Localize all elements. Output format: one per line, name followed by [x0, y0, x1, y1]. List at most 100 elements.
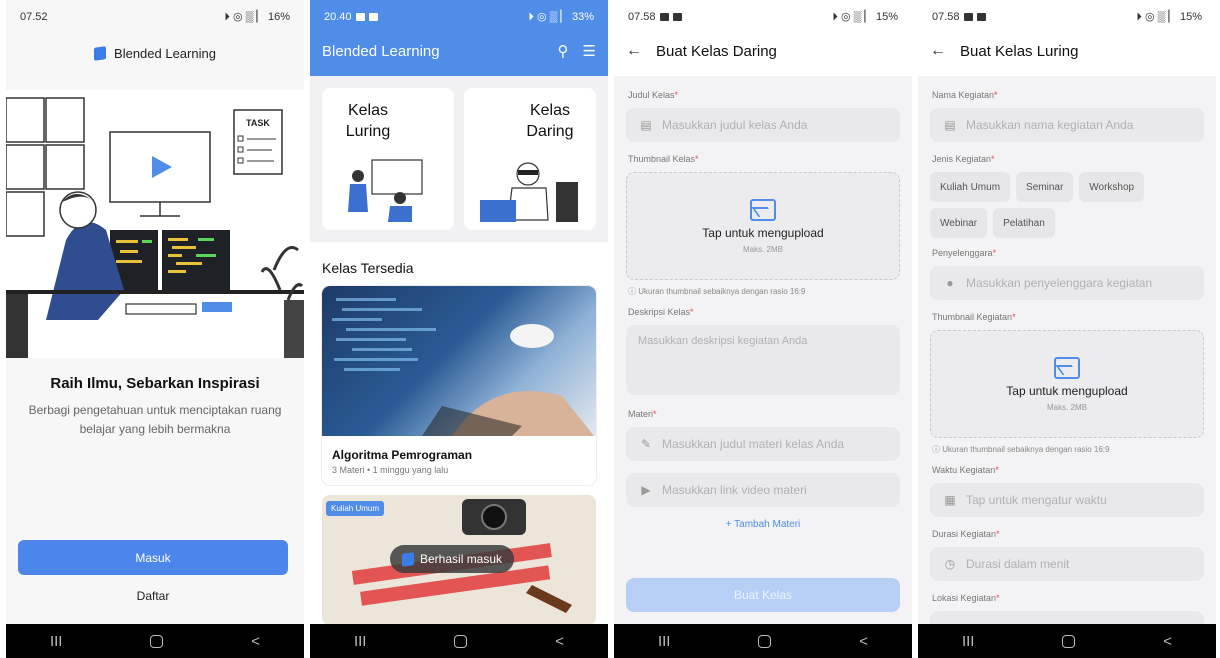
material-link-input[interactable]: ▶ Masukkan link video materi [626, 473, 900, 507]
card-title: Kelas Daring [526, 102, 574, 140]
field-label: Lokasi Kegiatan* [932, 593, 1000, 603]
text-field-icon: ▤ [944, 118, 956, 132]
status-bar: 20.40 ⏵ ◎ ▒ ▏ 33% [310, 0, 608, 34]
register-button[interactable]: Daftar [18, 584, 288, 608]
login-button[interactable]: Masuk [18, 540, 288, 575]
status-bar: 07.52 ⏵ ◎ ▒ ▏ 16% [6, 0, 304, 34]
status-indicators: ⏵ ◎ ▒ ▏ 15% [832, 11, 898, 23]
developer-illustration: TASK [6, 97, 304, 358]
course-card[interactable]: Algoritma Pemrograman 3 Materi • 1 mingg… [322, 286, 596, 485]
class-title-input[interactable]: ▤ Masukkan judul kelas Anda [626, 108, 900, 142]
status-bar: 07.58 ⏵ ◎ ▒ ▏ 15% [614, 0, 912, 34]
book-icon [94, 45, 107, 61]
menu-icon[interactable]: ☰ [583, 42, 596, 60]
home-button[interactable] [1062, 634, 1076, 648]
course-name: Algoritma Pemrograman [332, 448, 473, 462]
upload-limit: Maks. 2MB [742, 244, 783, 254]
recent-apps-button[interactable]: III [50, 633, 63, 650]
status-time: 07.52 [20, 11, 48, 23]
arrow-left-icon[interactable]: ← [626, 42, 642, 60]
status-time: 20.40 [324, 11, 352, 23]
recent-apps-button[interactable]: III [962, 633, 975, 650]
thumbnail-upload[interactable]: Tap untuk mengupload Maks. 2MB [626, 172, 900, 280]
recent-apps-button[interactable]: III [658, 633, 671, 650]
calendar-icon: ▦ [944, 493, 956, 507]
status-time: 07.58 [932, 11, 960, 23]
home-screen: 20.40 ⏵ ◎ ▒ ▏ 33% Blended Learning ⚲ ☰ K… [310, 0, 608, 658]
field-label: Deskripsi Kelas* [628, 307, 694, 317]
class-type-cards: Kelas Luring Kelas Daring [310, 76, 608, 242]
upload-text: Tap untuk mengupload [702, 225, 824, 240]
welcome-screen: 07.52 ⏵ ◎ ▒ ▏ 16% Blended Learning TASK [6, 0, 304, 658]
form: Nama Kegiatan* ▤ Masukkan nama kegiatan … [918, 76, 1216, 624]
course-thumbnail [322, 286, 596, 436]
description-textarea[interactable]: Masukkan deskripsi kegiatan Anda [626, 325, 900, 395]
back-button[interactable]: < [555, 633, 564, 650]
image-icon [750, 198, 776, 221]
system-navbar: III < [614, 624, 912, 658]
page-header: ← Buat Kelas Daring [614, 34, 912, 68]
arrow-left-icon[interactable]: ← [930, 42, 946, 60]
page-title: Buat Kelas Luring [960, 42, 1079, 60]
duration-input[interactable]: ◷ Durasi dalam menit [930, 547, 1204, 581]
form: Judul Kelas* ▤ Masukkan judul kelas Anda… [614, 76, 912, 624]
material-title-input[interactable]: ✎ Masukkan judul materi kelas Anda [626, 427, 900, 461]
course-meta: 3 Materi • 1 minggu yang lalu [332, 465, 449, 475]
upload-limit: Maks. 2MB [1046, 402, 1087, 412]
user-icon: ● [946, 276, 954, 290]
section-title: Kelas Tersedia [322, 260, 414, 276]
home-button[interactable] [150, 634, 164, 648]
field-label: Judul Kelas* [628, 90, 679, 100]
chip-webinar[interactable]: Webinar [930, 208, 988, 238]
chip-workshop[interactable]: Workshop [1079, 172, 1145, 202]
system-navbar: III < [310, 624, 608, 658]
code-typing-image [332, 298, 594, 436]
text-field-icon: ▤ [640, 118, 652, 132]
status-indicators: ⏵ ◎ ▒ ▏ 15% [1136, 11, 1202, 23]
organizer-input[interactable]: ● Masukkan penyelenggara kegiatan [930, 266, 1204, 300]
system-navbar: III < [918, 624, 1216, 658]
create-class-button[interactable]: Buat Kelas [626, 578, 900, 612]
status-time: 07.58 [628, 11, 656, 23]
chip-seminar[interactable]: Seminar [1016, 172, 1074, 202]
pencil-icon: ✎ [640, 437, 652, 451]
card-title: Kelas Luring [345, 102, 391, 140]
meeting-illustration [348, 159, 423, 222]
card-kelas-daring[interactable]: Kelas Daring [464, 88, 596, 230]
toast-message: Berhasil masuk [390, 545, 515, 573]
clock-icon: ◷ [944, 557, 956, 571]
field-label: Waktu Kegiatan* [932, 465, 999, 475]
status-indicators: ⏵ ◎ ▒ ▏ 16% [224, 11, 290, 23]
hero-illustration: TASK [6, 90, 304, 358]
image-icon [1054, 356, 1080, 379]
activity-time-input[interactable]: ▦ Tap untuk mengatur waktu [930, 483, 1204, 517]
back-button[interactable]: < [251, 633, 260, 650]
category-badge: Kuliah Umum [326, 501, 385, 516]
field-label: Jenis Kegiatan* [932, 154, 995, 164]
home-button[interactable] [454, 634, 468, 648]
app-title: Blended Learning [322, 42, 440, 60]
activity-name-input[interactable]: ▤ Masukkan nama kegiatan Anda [930, 108, 1204, 142]
thumbnail-hint: ⓘ Ukuran thumbnail sebaiknya dengan rasi… [932, 445, 1110, 454]
search-icon[interactable]: ⚲ [558, 42, 569, 60]
hero-subtitle: Berbagi pengetahuan untuk menciptakan ru… [28, 403, 282, 436]
toast-text: Berhasil masuk [420, 552, 503, 566]
system-navbar: III < [6, 624, 304, 658]
page-header: ← Buat Kelas Luring [918, 34, 1216, 68]
recent-apps-button[interactable]: III [354, 633, 367, 650]
field-label: Materi* [628, 409, 657, 419]
home-button[interactable] [758, 634, 772, 648]
field-label: Durasi Kegiatan* [932, 529, 1000, 539]
activity-type-chips: Kuliah Umum Seminar Workshop Webinar Pel… [930, 172, 1204, 238]
chip-pelatihan[interactable]: Pelatihan [993, 208, 1055, 238]
chip-kuliah-umum[interactable]: Kuliah Umum [930, 172, 1011, 202]
add-material-button[interactable]: + Tambah Materi [626, 519, 900, 530]
card-kelas-luring[interactable]: Kelas Luring [322, 88, 454, 230]
back-button[interactable]: < [1163, 633, 1172, 650]
hero-title: Raih Ilmu, Sebarkan Inspirasi [50, 375, 260, 392]
back-button[interactable]: < [859, 633, 868, 650]
thumbnail-upload[interactable]: Tap untuk mengupload Maks. 2MB [930, 330, 1204, 438]
field-label: Nama Kegiatan* [932, 90, 998, 100]
location-input[interactable] [930, 611, 1204, 624]
field-label: Thumbnail Kelas* [628, 154, 699, 164]
